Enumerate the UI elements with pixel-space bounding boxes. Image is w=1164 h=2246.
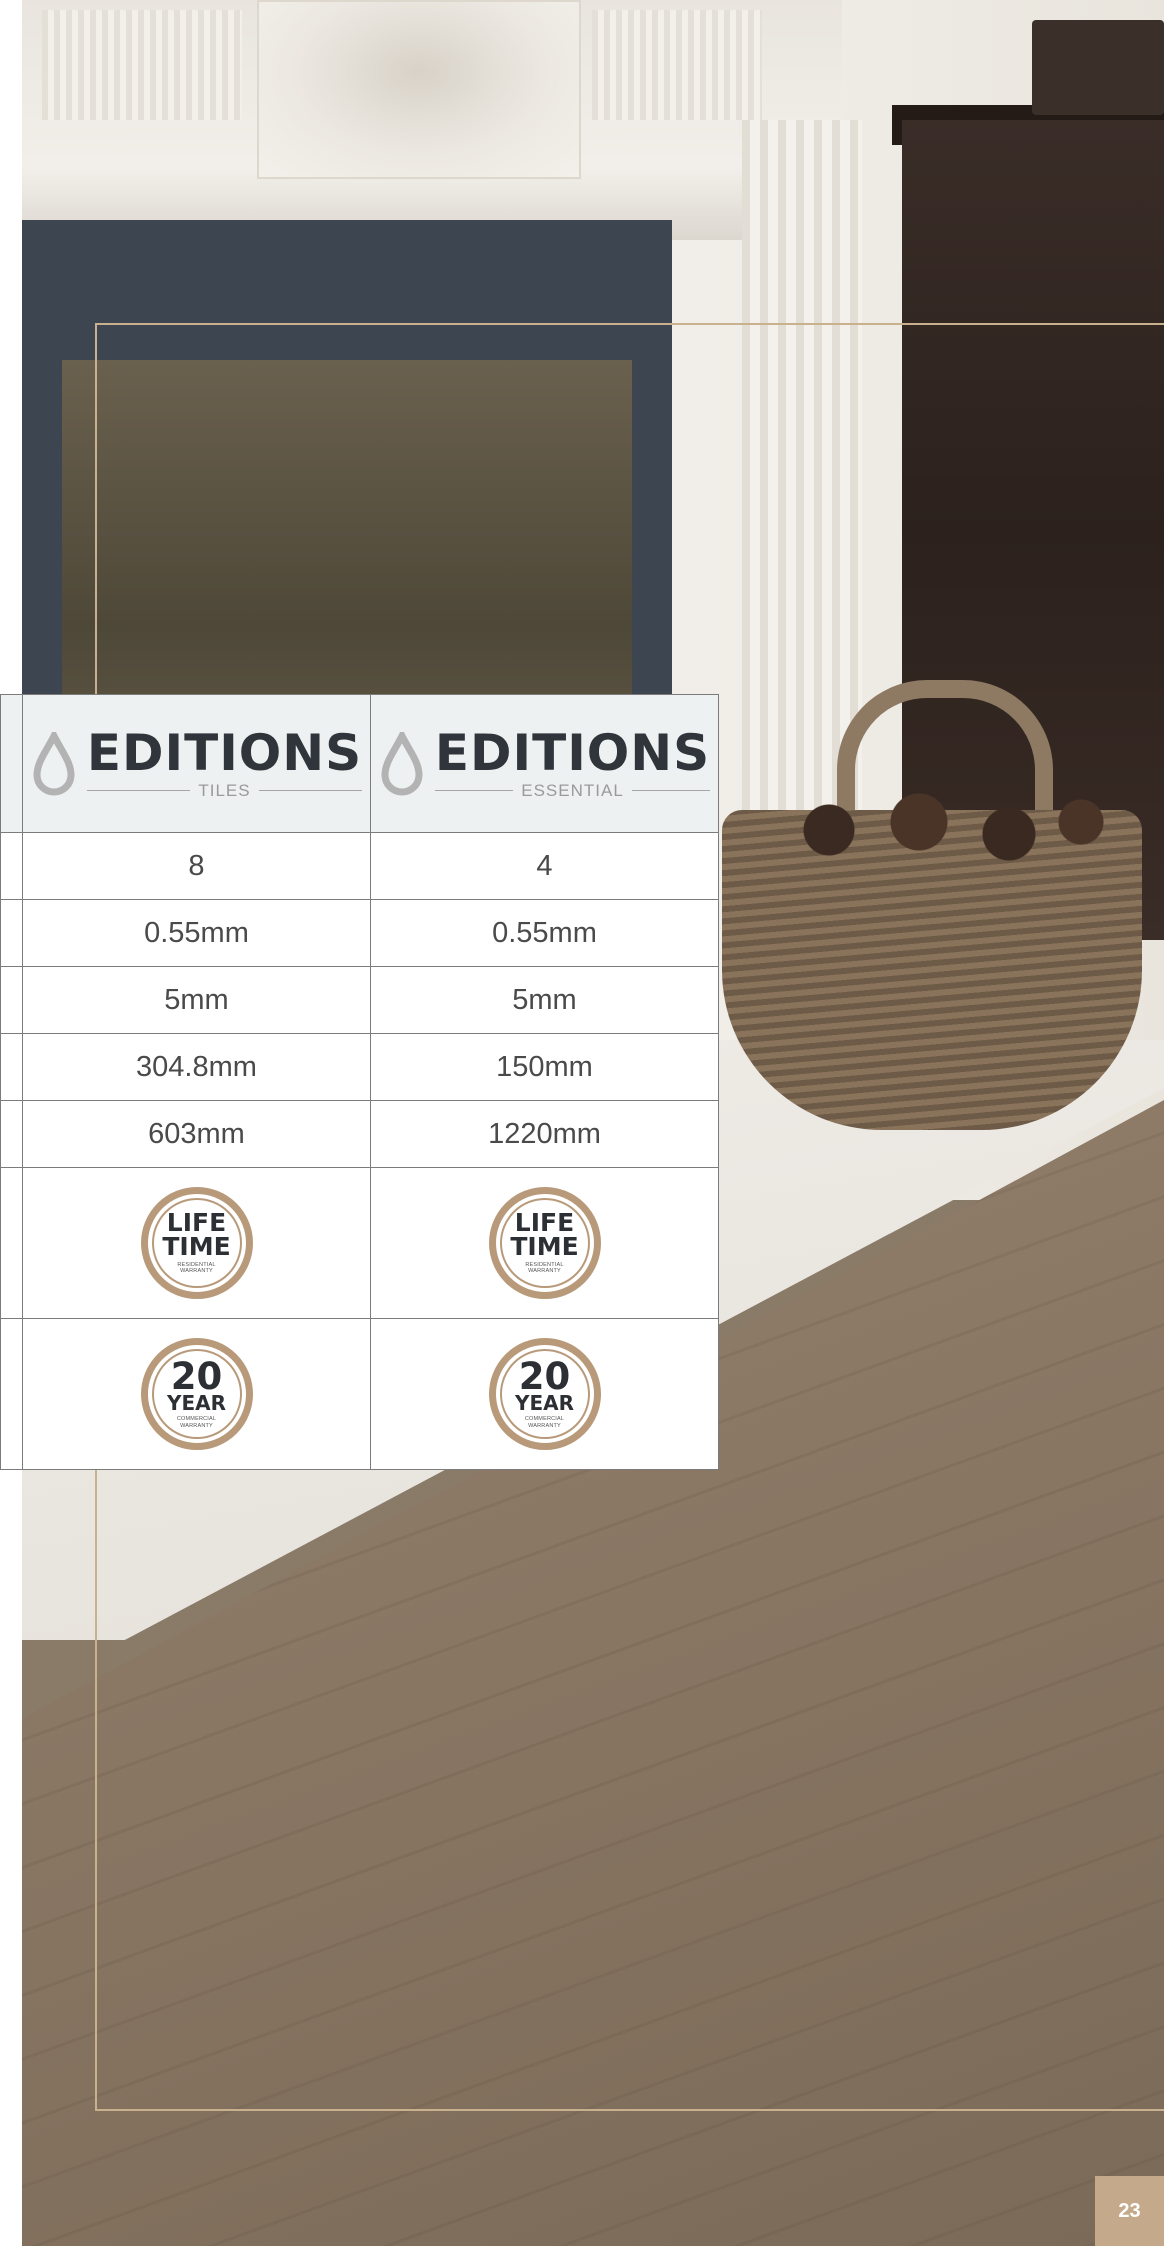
lifetime-warranty-badge: LIFE TIME RESIDENTIAL WARRANTY [488, 1187, 601, 1299]
badge-small-1: COMMERCIAL [524, 1415, 565, 1422]
table-row: 5mm 5mm [0, 966, 719, 1034]
page-number: 23 [1095, 2176, 1164, 2246]
table-cell: 4 [370, 832, 719, 900]
20-year-warranty-badge: 20 YEAR COMMERCIAL WARRANTY [488, 1338, 601, 1450]
header-cell-tiles: EDITIONS TILES [22, 694, 371, 833]
mantel-flutes-left [42, 10, 242, 120]
divider [434, 789, 514, 792]
spec-table: EDITIONS TILES EDITIONS ESSENTIAL 8 4 0.… [0, 694, 719, 1470]
divider [631, 789, 711, 792]
water-drop-icon [381, 731, 423, 795]
badge-number: 20 [170, 1354, 223, 1398]
badge-number: 20 [518, 1354, 571, 1398]
divider [258, 789, 363, 792]
table-header-row: EDITIONS TILES EDITIONS ESSENTIAL [0, 694, 719, 833]
row-stub-cell [0, 966, 23, 1034]
table-row: 8 4 [0, 832, 719, 900]
row-stub-cell [0, 1033, 23, 1101]
lifetime-warranty-badge: LIFE TIME RESIDENTIAL WARRANTY [140, 1187, 253, 1299]
row-stub-cell [0, 1318, 23, 1470]
badge-small-2: WARRANTY [528, 1268, 561, 1275]
badge-cell: LIFE TIME RESIDENTIAL WARRANTY [370, 1167, 719, 1319]
badge-small-2: WARRANTY [180, 1268, 213, 1275]
table-cell: 603mm [22, 1100, 371, 1168]
table-row: 603mm 1220mm [0, 1100, 719, 1168]
editions-tiles-logo: EDITIONS TILES [23, 728, 370, 799]
20-year-warranty-badge: 20 YEAR COMMERCIAL WARRANTY [140, 1338, 253, 1450]
table-row: 0.55mm 0.55mm [0, 899, 719, 967]
table-cell: 8 [22, 832, 371, 900]
badge-cell: LIFE TIME RESIDENTIAL WARRANTY [22, 1167, 371, 1319]
badge-small-1: RESIDENTIAL [177, 1261, 216, 1268]
row-stub-cell [0, 899, 23, 967]
badge-small-2: WARRANTY [528, 1422, 561, 1429]
badge-line-2: TIME [510, 1231, 579, 1261]
table-cell: 1220mm [370, 1100, 719, 1168]
badge-small-1: RESIDENTIAL [525, 1261, 564, 1268]
mantel-carving [257, 0, 581, 179]
table-cell: 0.55mm [22, 899, 371, 967]
brand-name: EDITIONS [434, 724, 711, 782]
badge-small-1: COMMERCIAL [176, 1415, 217, 1422]
table-cell: 304.8mm [22, 1033, 371, 1101]
mantel-flutes-right [592, 10, 762, 120]
row-stub-cell [0, 832, 23, 900]
table-cell: 150mm [370, 1033, 719, 1101]
badge-cell: 20 YEAR COMMERCIAL WARRANTY [370, 1318, 719, 1470]
commercial-warranty-row: 20 YEAR COMMERCIAL WARRANTY 20 YEAR COMM… [0, 1318, 719, 1470]
row-stub-cell [0, 1167, 23, 1319]
table-cell: 0.55mm [370, 899, 719, 967]
wooden-box [1032, 20, 1164, 115]
header-cell-essential: EDITIONS ESSENTIAL [370, 694, 719, 833]
header-stub-cell [0, 694, 23, 833]
badge-year: YEAR [166, 1390, 227, 1415]
residential-warranty-row: LIFE TIME RESIDENTIAL WARRANTY LIFE TIME… [0, 1167, 719, 1319]
divider [86, 789, 191, 792]
row-stub-cell [0, 1100, 23, 1168]
badge-cell: 20 YEAR COMMERCIAL WARRANTY [22, 1318, 371, 1470]
table-row: 304.8mm 150mm [0, 1033, 719, 1101]
brand-subtitle: ESSENTIAL [521, 781, 624, 800]
brand-subtitle: TILES [198, 781, 251, 800]
brand-name: EDITIONS [86, 724, 363, 782]
water-drop-icon [33, 731, 75, 795]
table-cell: 5mm [370, 966, 719, 1034]
badge-year: YEAR [514, 1390, 575, 1415]
badge-small-2: WARRANTY [180, 1422, 213, 1429]
editions-essential-logo: EDITIONS ESSENTIAL [371, 728, 718, 799]
table-cell: 5mm [22, 966, 371, 1034]
badge-line-2: TIME [162, 1231, 231, 1261]
